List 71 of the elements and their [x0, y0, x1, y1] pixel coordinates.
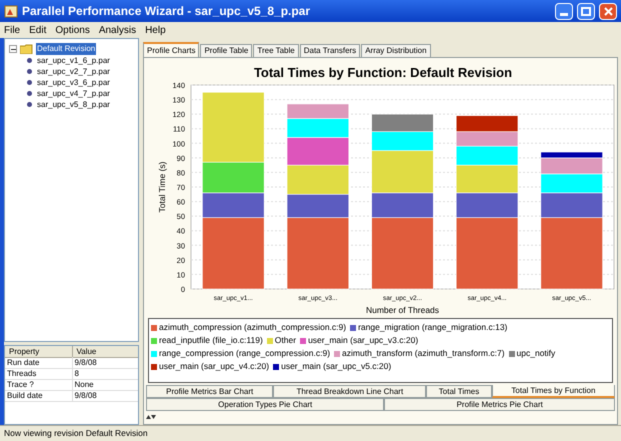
legend-label: azimuth_transform (azimuth_transform.c:7)	[342, 347, 505, 360]
tab[interactable]: Array Distribution	[361, 44, 431, 57]
table-cell-text: Threads	[6, 368, 38, 380]
menu-item[interactable]: Help	[145, 22, 166, 38]
tree-item[interactable]: sar_upc_v3_6_p.par	[36, 76, 111, 88]
bar-segment	[540, 174, 603, 194]
node-dot-icon	[27, 58, 32, 63]
table-cell-text: Build date	[6, 390, 44, 402]
menu-item[interactable]: File	[4, 22, 20, 38]
chart-type-tab[interactable]: Profile Metrics Pie Chart	[384, 398, 615, 412]
x-axis-title: Number of Threads	[366, 305, 440, 315]
legend-label: user_main (sar_upc_v5.c:20)	[281, 360, 392, 373]
table-cell: None	[72, 379, 138, 391]
chart-type-tab[interactable]: Operation Types Pie Chart	[146, 398, 384, 412]
status-text: Now viewing revision Default Revision	[4, 427, 148, 440]
maximize-button[interactable]	[577, 2, 595, 20]
bar-segment	[286, 104, 350, 119]
bar-segment	[286, 164, 350, 195]
minimize-icon	[560, 12, 568, 16]
minimize-button[interactable]	[555, 2, 573, 20]
maximize-icon	[581, 6, 591, 16]
tab[interactable]: Profile Table	[200, 44, 252, 57]
close-button[interactable]	[599, 2, 617, 20]
tree-item[interactable]: sar_upc_v4_7_p.par	[36, 88, 111, 100]
legend-label: azimuth_compression (azimuth_compression.c:9)	[159, 321, 346, 334]
legend-label: Other	[274, 334, 296, 347]
table-cell: 8	[72, 368, 138, 380]
tree-item[interactable]: sar_upc_v2_7_p.par	[36, 66, 111, 78]
node-dot-icon	[27, 69, 32, 74]
legend-label: range_compression (range_compression.c:9)	[159, 347, 330, 360]
column-header[interactable]: Value	[72, 346, 138, 358]
bar-segment	[456, 115, 518, 132]
tree-item[interactable]: Default Revision	[36, 43, 96, 55]
chart-type-tab[interactable]: Total Times by Function	[492, 385, 615, 398]
tree-item[interactable]: sar_upc_v5_8_p.par	[36, 98, 111, 110]
splitter-arrows-icon[interactable]	[146, 414, 156, 420]
menu-item[interactable]: Edit	[29, 22, 46, 38]
table-cell-text: Trace ?	[6, 379, 35, 391]
y-axis-title: Total Time (s)	[157, 162, 167, 212]
node-dot-icon	[27, 102, 32, 107]
window-title: Parallel Performance Wizard - sar_upc_v5_8_p.par	[22, 3, 312, 20]
node-dot-icon	[27, 80, 32, 85]
bar-segment	[286, 118, 350, 138]
node-dot-icon	[27, 91, 32, 96]
bar-segment	[286, 137, 350, 166]
legend-label: range_migration (range_migration.c:13)	[358, 321, 508, 334]
table-cell-text: Run date	[6, 357, 40, 369]
tab[interactable]: Data Transfers	[300, 44, 360, 57]
column-header[interactable]: Property	[5, 346, 72, 358]
app-icon	[4, 4, 18, 18]
legend-label: user_main (sar_upc_v3.c:20)	[308, 334, 418, 347]
chart-type-tab[interactable]: Total Times	[426, 385, 492, 398]
table-cell: 9/8/08	[72, 390, 138, 402]
collapse-toggle[interactable]	[9, 45, 17, 53]
folder-icon	[20, 44, 33, 54]
bar-segment	[371, 114, 434, 132]
legend-label: read_inputfile (file_io.c:119)	[159, 334, 263, 347]
tab[interactable]: Tree Table	[253, 44, 299, 57]
chart-title: Total Times by Function: Default Revision	[254, 65, 512, 80]
chart-type-tab[interactable]: Thread Breakdown Line Chart	[273, 385, 426, 398]
close-icon	[604, 6, 612, 16]
menu-item[interactable]: Analysis	[98, 22, 136, 38]
chart-type-tab[interactable]: Profile Metrics Bar Chart	[146, 385, 274, 398]
menu-item[interactable]: Options	[55, 22, 90, 38]
table-cell: 9/8/08	[72, 357, 138, 369]
legend-label: upc_notify	[516, 347, 556, 360]
tree-item[interactable]: sar_upc_v1_6_p.par	[36, 54, 111, 66]
legend-label: user_main (sar_upc_v4.c:20)	[159, 360, 270, 373]
minus-icon	[10, 46, 16, 52]
tab[interactable]: Profile Charts	[143, 42, 200, 57]
bar-segment	[456, 131, 518, 146]
